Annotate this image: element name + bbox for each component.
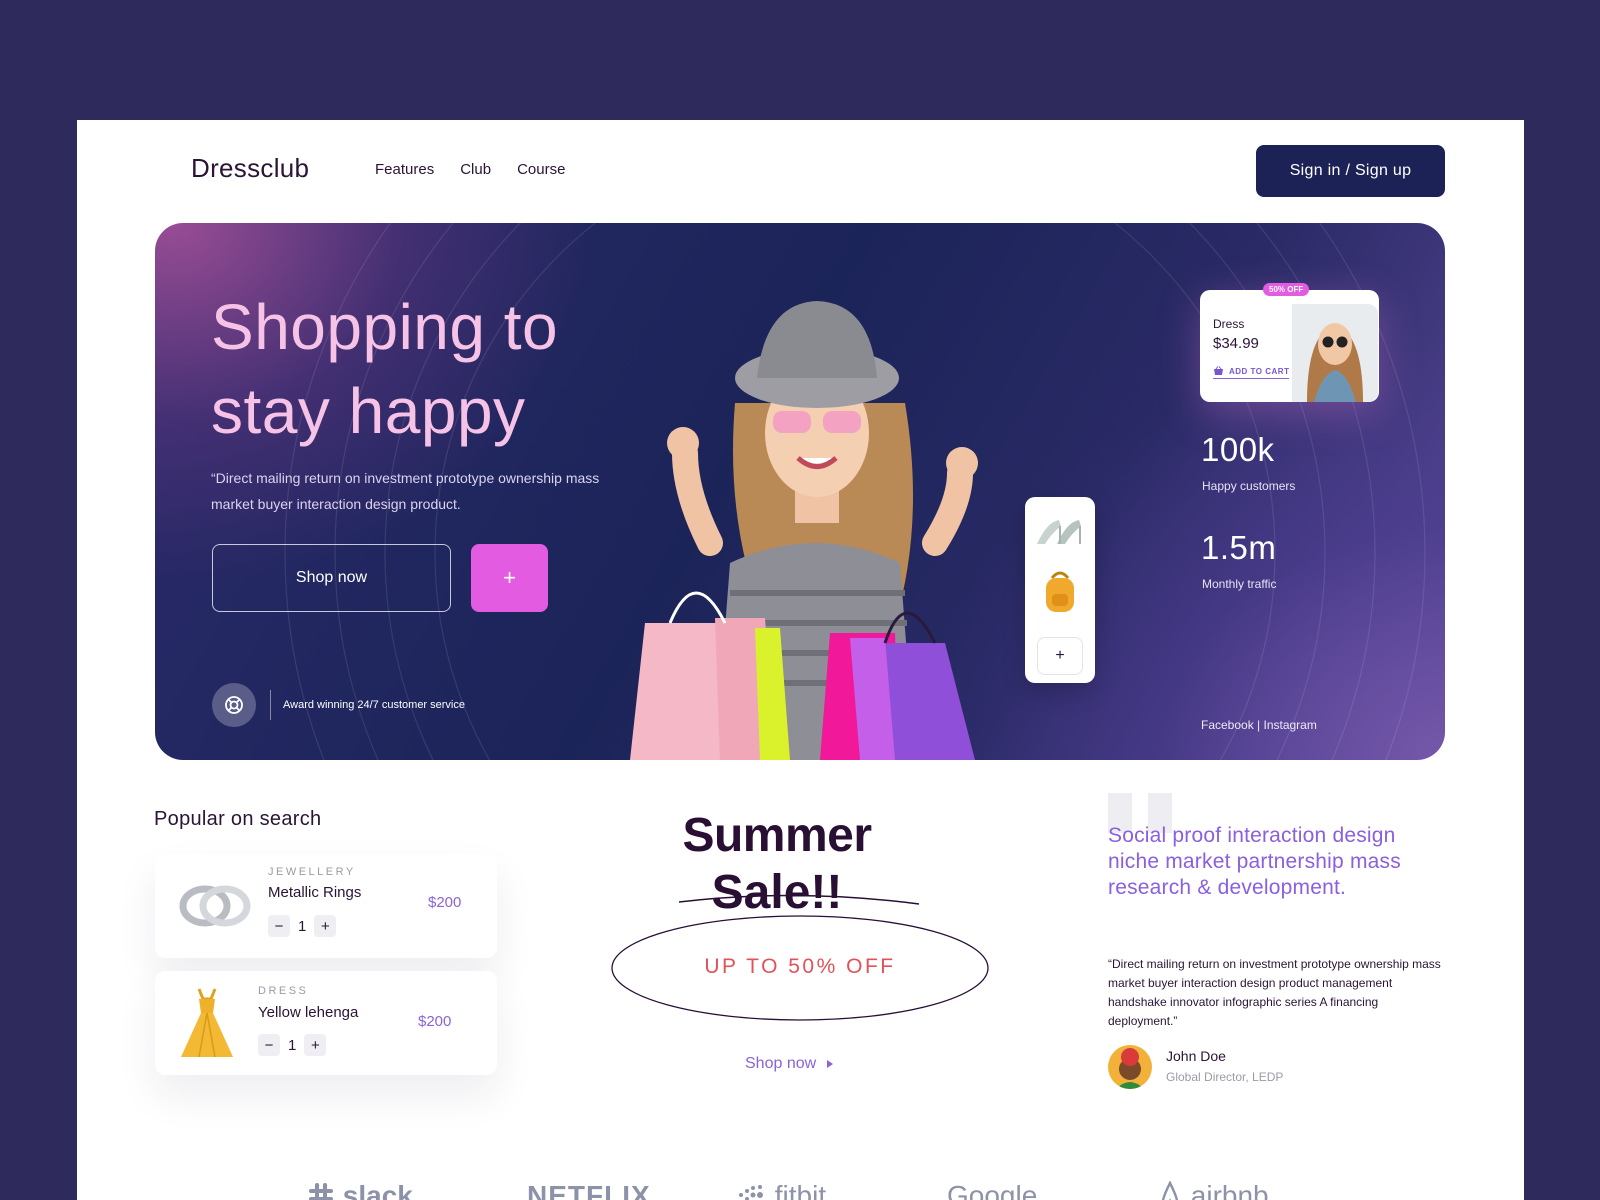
quantity-value: 1 (288, 1036, 297, 1054)
decrease-button[interactable]: − (258, 1034, 280, 1056)
strike-line (678, 894, 920, 905)
author-role: Global Director, LEDP (1166, 1070, 1284, 1084)
heels-thumbnail[interactable] (1025, 507, 1095, 557)
item-name: Yellow lehenga (258, 1004, 359, 1021)
airbnb-label: airbnb (1190, 1180, 1269, 1200)
item-category: DRESS (258, 985, 309, 997)
offer-text: UP TO 50% OFF (704, 955, 896, 978)
stat-customers-value: 100k (1201, 431, 1275, 468)
popular-item-rings[interactable]: JEWELLERY Metallic Rings $200 − 1 + (155, 854, 497, 958)
fitbit-icon (739, 1185, 763, 1200)
nav-link-course[interactable]: Course (517, 161, 565, 178)
author-avatar (1108, 1045, 1152, 1089)
product-rail: + (1025, 497, 1095, 683)
backpack-icon (1046, 571, 1074, 612)
model-with-shopping-bags-image (630, 301, 978, 760)
sign-in-button[interactable]: Sign in / Sign up (1256, 145, 1445, 197)
increase-button[interactable]: + (314, 915, 337, 937)
quantity-stepper: − 1 + (268, 915, 337, 937)
add-button[interactable]: + (471, 544, 548, 612)
product-card[interactable]: 50% OFF Dress $34.99 ADD TO CART (1200, 283, 1379, 402)
hero-banner: Shopping to stay happy “Direct mailing r… (155, 223, 1445, 760)
lifebuoy-icon[interactable] (212, 683, 256, 727)
item-name: Metallic Rings (268, 884, 362, 901)
nav-link-club[interactable]: Club (460, 161, 491, 178)
popular-item-lehenga[interactable]: DRESS Yellow lehenga $200 − 1 + (155, 971, 497, 1075)
logo[interactable]: Dressclub (191, 153, 309, 184)
stat-traffic-label: Monthly traffic (1202, 577, 1277, 591)
promo-shop-link[interactable]: Shop now (745, 1055, 834, 1073)
quantity-stepper: − 1 + (258, 1034, 327, 1056)
product-model-photo (1292, 304, 1378, 402)
airbnb-logo: airbnb (1157, 1180, 1269, 1200)
landing-page: Dressclub Features Club Course Sign in /… (77, 120, 1524, 1200)
netflix-logo: NETFLIX (527, 1180, 651, 1200)
item-price: $200 (418, 1013, 452, 1030)
partner-logos: slack NETFLIX fitbit Google airbnb (307, 1180, 1307, 1200)
author-name: John Doe (1166, 1048, 1226, 1064)
promo-shop-label: Shop now (745, 1055, 817, 1072)
basket-icon (1214, 366, 1223, 375)
slack-logo: slack (307, 1180, 413, 1200)
promo-title-line1: Summer (682, 809, 872, 862)
item-category: JEWELLERY (268, 866, 356, 878)
nav-link-features[interactable]: Features (375, 161, 434, 178)
heels-icon (1037, 520, 1081, 544)
stat-customers-label: Happy customers (1202, 479, 1296, 493)
decrease-button[interactable]: − (268, 915, 290, 937)
rings-image (179, 885, 251, 927)
main-nav: Features Club Course (375, 161, 565, 178)
increase-button[interactable]: + (304, 1034, 327, 1056)
google-logo: Google (947, 1180, 1038, 1200)
testimonial-headline: Social proof interaction design niche ma… (1108, 824, 1401, 899)
product-name: Dress (1213, 317, 1245, 331)
slack-icon (309, 1183, 333, 1200)
slack-label: slack (342, 1180, 413, 1200)
quantity-value: 1 (298, 917, 307, 935)
popular-title: Popular on search (154, 808, 322, 830)
shop-now-button[interactable]: Shop now (212, 544, 451, 612)
hero-title-line2: stay happy (211, 375, 526, 447)
dress-image (181, 988, 233, 1058)
product-price: $34.99 (1213, 335, 1259, 352)
play-arrow-icon (827, 1060, 834, 1068)
fitbit-logo: fitbit (737, 1180, 826, 1200)
add-to-cart-link[interactable]: ADD TO CART (1213, 366, 1290, 379)
backpack-thumbnail[interactable] (1025, 567, 1095, 617)
hero-title-line1: Shopping to (211, 291, 559, 363)
fitbit-label: fitbit (774, 1180, 827, 1200)
support-text: Award winning 24/7 customer service (283, 699, 465, 711)
discount-badge: 50% OFF (1263, 283, 1310, 296)
add-to-cart-label: ADD TO CART (1229, 366, 1290, 376)
hero-description: “Direct mailing return on investment pro… (211, 470, 600, 512)
social-links[interactable]: Facebook | Instagram (1201, 718, 1317, 732)
support-divider (270, 690, 271, 720)
hero-title: Shopping to stay happy (211, 285, 558, 453)
stat-traffic-value: 1.5m (1201, 529, 1277, 566)
item-price: $200 (428, 894, 462, 911)
airbnb-icon (1161, 1180, 1179, 1200)
testimonial-body: “Direct mailing return on investment pro… (1108, 957, 1441, 1028)
rail-add-button[interactable]: + (1037, 637, 1083, 675)
